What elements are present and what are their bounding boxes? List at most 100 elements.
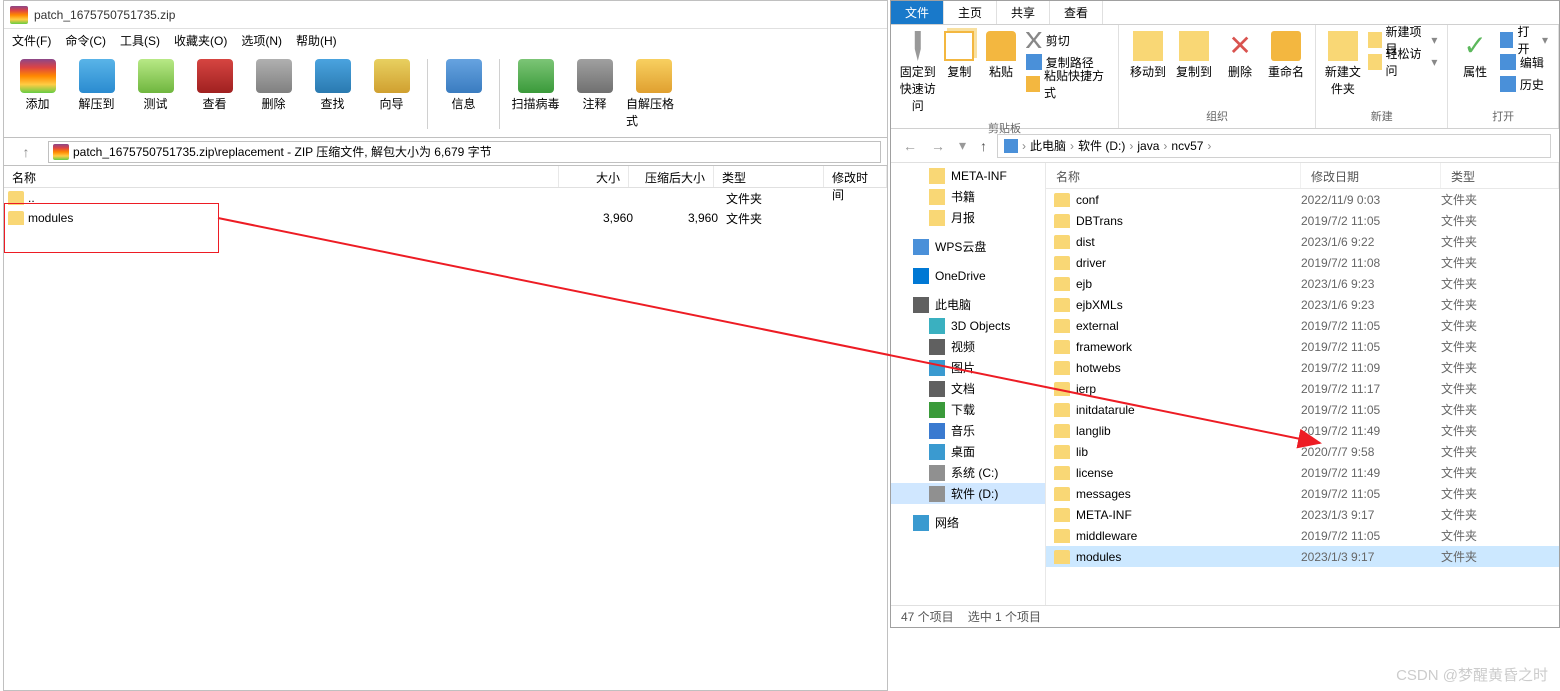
toolbar-button[interactable]: 测试 [128, 55, 183, 133]
group-label: 打开 [1454, 106, 1552, 126]
file-row[interactable]: ejb2023/1/6 9:23文件夹 [1046, 273, 1559, 294]
breadcrumb[interactable]: ›此电脑›软件 (D:)›java›ncv57› [997, 134, 1551, 158]
menu-item[interactable]: 文件(F) [12, 32, 51, 49]
file-row[interactable]: dist2023/1/6 9:22文件夹 [1046, 231, 1559, 252]
properties-button[interactable]: ✓属性 [1454, 27, 1495, 84]
nav-item[interactable]: 文档 [891, 378, 1045, 399]
pin-icon [903, 31, 933, 61]
ribbon-tab[interactable]: 查看 [1050, 1, 1103, 24]
col-name[interactable]: 名称 [4, 166, 559, 187]
file-row[interactable]: initdatarule2019/7/2 11:05文件夹 [1046, 399, 1559, 420]
moveto-button[interactable]: 移动到 [1125, 27, 1171, 84]
toolbar-button[interactable]: 添加 [10, 55, 65, 133]
newfolder-button[interactable]: 新建文件夹 [1322, 27, 1364, 101]
header-name[interactable]: 名称 [1046, 163, 1301, 188]
video-icon [929, 339, 945, 355]
toolbar-button[interactable]: 自解压格式 [626, 55, 681, 133]
file-row[interactable]: modules2023/1/3 9:17文件夹 [1046, 546, 1559, 567]
archive-row[interactable]: ..文件夹 [4, 188, 887, 208]
nav-item[interactable]: 软件 (D:) [891, 483, 1045, 504]
nav-item[interactable]: META-INF [891, 165, 1045, 186]
pin-button[interactable]: 固定到快速访问 [897, 27, 939, 118]
nav-item[interactable]: 此电脑 [891, 294, 1045, 315]
copy-icon [944, 31, 974, 61]
nav-item[interactable]: 视频 [891, 336, 1045, 357]
file-row[interactable]: META-INF2023/1/3 9:17文件夹 [1046, 504, 1559, 525]
file-row[interactable]: ejbXMLs2023/1/6 9:23文件夹 [1046, 294, 1559, 315]
archive-row[interactable]: modules3,9603,960文件夹 [4, 208, 887, 228]
toolbar-button[interactable]: 注释 [567, 55, 622, 133]
recent-dropdown[interactable]: ▾ [955, 137, 970, 154]
breadcrumb-item[interactable]: 此电脑 [1030, 137, 1066, 154]
file-row[interactable]: lib2020/7/7 9:58文件夹 [1046, 441, 1559, 462]
ribbon-tab[interactable]: 文件 [891, 1, 944, 24]
file-row[interactable]: license2019/7/2 11:49文件夹 [1046, 462, 1559, 483]
paste-icon [986, 31, 1016, 61]
paste-button[interactable]: 粘贴 [980, 27, 1022, 84]
copy-button[interactable]: 复制 [939, 27, 981, 84]
column-header: 名称 大小 压缩后大小 类型 修改时间 [4, 166, 887, 188]
file-row[interactable]: driver2019/7/2 11:08文件夹 [1046, 252, 1559, 273]
file-row[interactable]: DBTrans2019/7/2 11:05文件夹 [1046, 210, 1559, 231]
menu-item[interactable]: 选项(N) [241, 32, 282, 49]
nav-item[interactable]: 系统 (C:) [891, 462, 1045, 483]
file-row[interactable]: ierp2019/7/2 11:17文件夹 [1046, 378, 1559, 399]
nav-item[interactable]: 图片 [891, 357, 1045, 378]
toolbar-button[interactable]: 删除 [246, 55, 301, 133]
back-button[interactable]: ← [899, 138, 921, 154]
file-row[interactable]: conf2022/11/9 0:03文件夹 [1046, 189, 1559, 210]
header-type[interactable]: 类型 [1441, 163, 1559, 188]
menu-item[interactable]: 收藏夹(O) [174, 32, 227, 49]
copyto-button[interactable]: 复制到 [1171, 27, 1217, 84]
navigation-pane: META-INF书籍月报 WPS云盘 OneDrive 此电脑3D Objects视频… [891, 163, 1046, 605]
nav-item[interactable]: OneDrive [891, 265, 1045, 286]
pasteshortcut-button[interactable]: 粘贴快捷方式 [1026, 73, 1108, 95]
nav-item[interactable]: 下载 [891, 399, 1045, 420]
toolbar-button[interactable]: 解压到 [69, 55, 124, 133]
file-row[interactable]: external2019/7/2 11:05文件夹 [1046, 315, 1559, 336]
col-type[interactable]: 类型 [714, 166, 824, 187]
nav-item[interactable]: 桌面 [891, 441, 1045, 462]
delete-button[interactable]: ✕删除 [1217, 27, 1263, 84]
folder-icon [1054, 424, 1070, 438]
file-row[interactable]: messages2019/7/2 11:05文件夹 [1046, 483, 1559, 504]
open-button[interactable]: 打开▾ [1500, 29, 1548, 51]
toolbar-button[interactable]: 查找 [305, 55, 360, 133]
header-date[interactable]: 修改日期 [1301, 163, 1441, 188]
menu-item[interactable]: 帮助(H) [296, 32, 337, 49]
toolbar-button[interactable]: 向导 [364, 55, 419, 133]
nav-item[interactable]: 网络 [891, 512, 1045, 533]
col-date[interactable]: 修改时间 [824, 166, 887, 187]
up-button[interactable]: ↑ [4, 144, 48, 160]
toolbar-button[interactable]: 信息 [436, 55, 491, 133]
menu-item[interactable]: 命令(C) [65, 32, 106, 49]
address-box[interactable]: patch_1675750751735.zip\replacement - ZI… [48, 141, 881, 163]
col-packed[interactable]: 压缩后大小 [629, 166, 714, 187]
ribbon-tab[interactable]: 主页 [944, 1, 997, 24]
doc-icon [929, 381, 945, 397]
file-row[interactable]: framework2019/7/2 11:05文件夹 [1046, 336, 1559, 357]
rename-button[interactable]: 重命名 [1263, 27, 1309, 84]
nav-item[interactable]: 3D Objects [891, 315, 1045, 336]
forward-button[interactable]: → [927, 138, 949, 154]
edit-button[interactable]: 编辑 [1500, 51, 1548, 73]
toolbar-button[interactable]: 扫描病毒 [508, 55, 563, 133]
col-size[interactable]: 大小 [559, 166, 629, 187]
breadcrumb-item[interactable]: java [1137, 139, 1159, 153]
history-button[interactable]: 历史 [1500, 73, 1548, 95]
nav-item[interactable]: 月报 [891, 207, 1045, 228]
ribbon-tab[interactable]: 共享 [997, 1, 1050, 24]
breadcrumb-item[interactable]: ncv57 [1171, 139, 1203, 153]
menu-item[interactable]: 工具(S) [120, 32, 160, 49]
cut-button[interactable]: 剪切 [1026, 29, 1108, 51]
nav-item[interactable]: 书籍 [891, 186, 1045, 207]
file-row[interactable]: hotwebs2019/7/2 11:09文件夹 [1046, 357, 1559, 378]
easyaccess-button[interactable]: 轻松访问▾ [1368, 51, 1438, 73]
nav-item[interactable]: 音乐 [891, 420, 1045, 441]
file-row[interactable]: middleware2019/7/2 11:05文件夹 [1046, 525, 1559, 546]
nav-item[interactable]: WPS云盘 [891, 236, 1045, 257]
toolbar-button[interactable]: 查看 [187, 55, 242, 133]
breadcrumb-item[interactable]: 软件 (D:) [1078, 137, 1125, 154]
up-button[interactable]: ↑ [976, 138, 991, 154]
file-row[interactable]: langlib2019/7/2 11:49文件夹 [1046, 420, 1559, 441]
